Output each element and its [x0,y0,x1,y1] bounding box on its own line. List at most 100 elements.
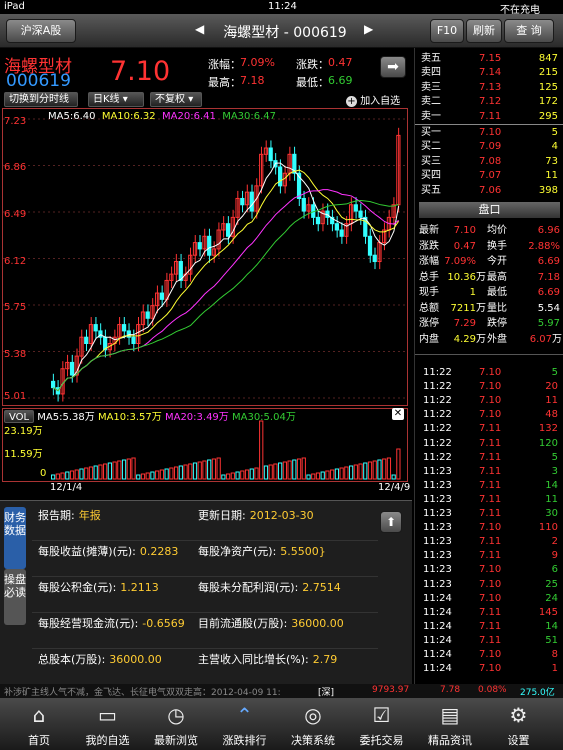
tick-price: 7.11 [479,465,502,477]
candle-body [358,210,363,218]
orderbook-row[interactable]: 买二 7.09 4 [415,140,563,153]
candle-body [197,242,202,250]
tab-label: 最新浏览 [154,734,198,747]
volume-bar [278,462,283,480]
orderbook-row[interactable]: 卖三 7.13 125 [415,81,563,94]
orderbook-label: 卖三 [421,81,441,93]
volume-bar [235,471,240,480]
pankou-unit: 万 [476,271,486,283]
tab-gear[interactable]: ⚙ 设置 [488,698,550,750]
tab-folder[interactable]: ▭ 我的自选 [77,698,139,750]
vol-tick: 0 [40,468,47,479]
pankou-label: 量比 [487,302,507,314]
volume-bar [296,458,302,480]
finance-cell: 目前流通股(万股): 36000.00 [192,615,378,649]
orderbook-volume: 125 [538,81,558,93]
tab-chevrons-up[interactable]: ⌃ 涨跌排行 [214,698,276,750]
tab-target[interactable]: ◎ 决策系统 [282,698,344,750]
candle-body [334,223,340,231]
period-select[interactable]: 日K线 ▾ [88,92,144,107]
orderbook-volume: 11 [545,170,558,182]
tick-time: 11:23 [423,536,452,548]
adjust-select-label: 不复权 [155,94,185,105]
orderbook-volume: 847 [538,53,558,64]
volume-bar [112,461,117,480]
pankou-header: 盘口 [419,202,560,218]
prev-stock-icon[interactable]: ◀ [195,22,204,36]
orderbook-row[interactable]: 买三 7.08 73 [415,155,563,168]
ma5-label: MA5:6.40 [48,111,96,122]
tick-row: 11:24 7.10 1 [415,662,563,675]
candle-body [301,197,306,212]
candle-body [145,311,150,319]
tick-price: 7.10 [479,395,502,407]
pankou-label: 跌停 [487,318,507,329]
volume-bar [301,457,306,480]
candle-body [159,292,165,300]
candle-body [353,204,358,212]
switch-timeshare-button[interactable]: 切换到分时线 [4,92,78,107]
finance-cell: 每股经营现金流(元): -0.6569 [32,615,192,649]
query-button[interactable]: 查 询 [504,19,554,43]
tick-volume: 11 [545,395,558,407]
next-stock-icon[interactable]: ▶ [364,22,373,36]
orderbook-volume: 172 [538,96,558,108]
tick-price: 7.11 [479,479,502,491]
orderbook-row[interactable]: 买四 7.07 11 [415,169,563,182]
nav-bar: 沪深A股 ◀ 海螺型材 - 000619 ▶ F10 刷新 查 询 [0,14,563,48]
tick-volume: 8 [551,649,558,660]
refresh-button[interactable]: 刷新 [466,19,502,43]
volume-bar [98,464,103,480]
tick-time: 11:23 [423,508,452,519]
plus-circle-icon: + [346,96,357,107]
volume-bar [334,468,340,480]
finance-cell: 总股本(万股): 36000.00 [32,651,192,685]
orderbook-panel: 卖五 7.15 847 卖四 7.14 215 卖三 7.13 125 卖二 7.12 172 卖一 7.… [414,48,563,684]
finance-value: -0.6569 [142,617,185,630]
adjust-select[interactable]: 不复权 ▾ [150,92,202,107]
orderbook-row[interactable]: 卖五 7.15 847 [415,52,563,65]
tab-checklist[interactable]: ☑ 委托交易 [351,698,413,750]
volume-bar [197,461,202,480]
low-value: 6.69 [328,74,353,87]
orderbook-row[interactable]: 卖二 7.12 172 [415,95,563,108]
tab-clock[interactable]: ◷ 最新浏览 [145,698,207,750]
change-value: 0.47 [328,56,353,69]
tick-price: 7.11 [479,451,502,463]
market-back-button[interactable]: 沪深A股 [6,19,76,43]
change-label: 涨跌： [296,58,329,71]
tab-news[interactable]: ▤ 精品资讯 [419,698,481,750]
tick-price: 7.11 [479,437,502,449]
volume-bar [178,465,183,480]
orderbook-row[interactable]: 买五 7.06 398 [415,184,563,197]
tab-trading-guide[interactable]: 操盘必读 [4,569,26,625]
volume-bar [55,473,60,480]
candle-body [367,235,373,256]
tab-home[interactable]: ⌂ 首页 [8,698,70,750]
f10-button[interactable]: F10 [430,19,464,43]
finance-label: 每股公积金(元): [38,581,117,594]
tab-label: 涨跌排行 [222,734,267,747]
news-ticker[interactable]: 补涉矿主线人气不减，金飞达、长征电气双双走高：2012-04-09 11: [深… [0,684,563,698]
pankou-value: 6.69 [537,287,560,298]
tick-row: 11:23 7.11 30 [415,507,563,520]
tick-row: 11:22 7.10 48 [415,408,563,421]
orderbook-row[interactable]: 卖一 7.11 295 [415,110,563,123]
tab-finance[interactable]: 财务数据 [4,507,26,569]
scroll-top-icon[interactable]: ⬆ [380,511,402,533]
pankou-label: 换手 [487,240,507,252]
candle-body [131,336,136,345]
orderbook-row[interactable]: 买一 7.10 5 [415,124,563,139]
change-pct-value: 7.09% [240,56,275,69]
volume-bar [60,472,65,480]
share-arrow-icon[interactable]: ➡ [380,56,406,78]
add-favorite-button[interactable]: + 加入自选 [346,92,400,107]
kline-chart[interactable] [2,108,408,406]
orderbook-row[interactable]: 卖四 7.14 215 [415,66,563,79]
target-icon: ◎ [304,703,322,727]
volume-bar [221,474,226,480]
close-icon[interactable]: ✕ [392,408,404,420]
volume-bar [159,469,165,480]
y-tick: 5.38 [4,349,27,360]
orderbook-price: 7.10 [479,127,502,138]
